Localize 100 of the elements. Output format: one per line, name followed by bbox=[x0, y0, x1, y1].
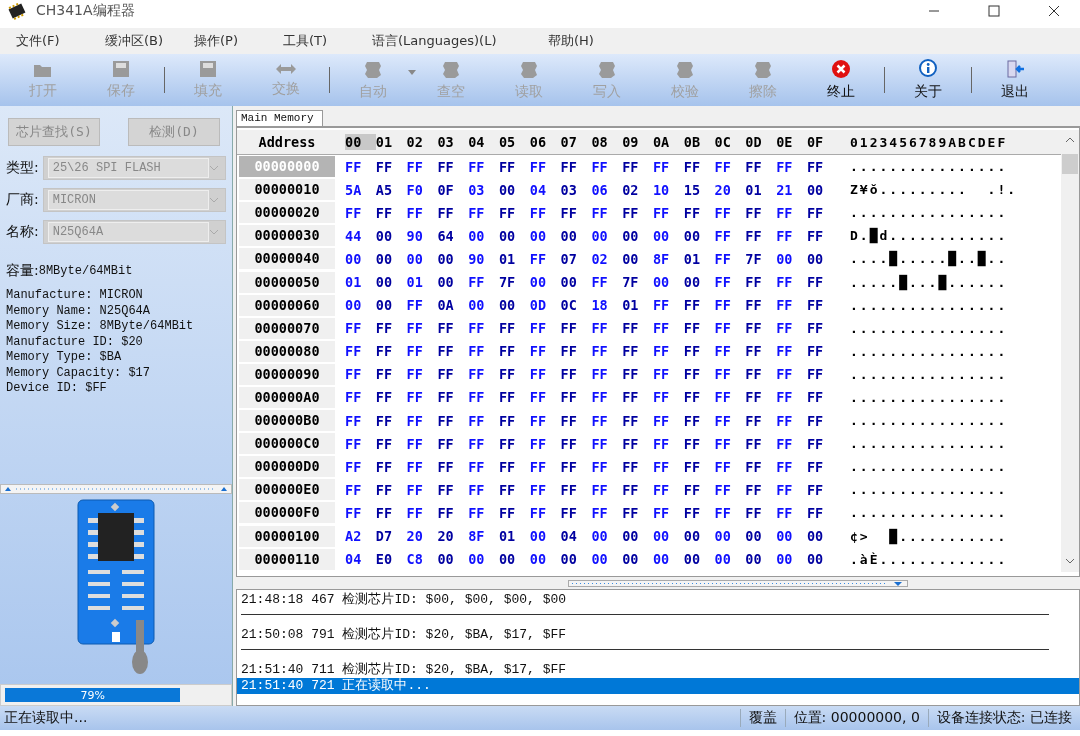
byte-cell[interactable]: FF bbox=[622, 343, 653, 360]
byte-cell[interactable]: FF bbox=[622, 481, 653, 498]
address-cell[interactable]: 00000010 bbox=[239, 179, 335, 201]
byte-cell[interactable]: FF bbox=[499, 204, 530, 221]
address-cell[interactable]: 00000030 bbox=[239, 225, 335, 247]
byte-cell[interactable]: FF bbox=[345, 389, 376, 406]
splitter-handle[interactable] bbox=[2, 486, 230, 492]
byte-cell[interactable]: FF bbox=[652, 366, 684, 383]
memory-tab[interactable]: Main Memory bbox=[236, 110, 323, 126]
byte-cell[interactable]: FF bbox=[468, 435, 499, 452]
address-cell[interactable]: 00000040 bbox=[239, 248, 335, 270]
byte-cell[interactable]: FF bbox=[499, 412, 530, 429]
byte-cell[interactable]: FF bbox=[652, 412, 684, 429]
byte-cell[interactable]: 00 bbox=[437, 551, 469, 568]
byte-cell[interactable]: 00 bbox=[683, 227, 715, 244]
byte-cell[interactable]: FF bbox=[652, 343, 684, 360]
byte-cell[interactable]: 00 bbox=[622, 250, 653, 267]
byte-cell[interactable]: FF bbox=[375, 504, 407, 521]
byte-cell[interactable]: FF bbox=[652, 204, 684, 221]
byte-cell[interactable]: FF bbox=[776, 158, 807, 175]
byte-cell[interactable]: FF bbox=[499, 158, 530, 175]
byte-cell[interactable]: FF bbox=[806, 227, 838, 244]
byte-cell[interactable]: FF bbox=[375, 366, 407, 383]
byte-cell[interactable]: FF bbox=[437, 389, 469, 406]
byte-cell[interactable]: FF bbox=[683, 412, 715, 429]
log-entry[interactable]: 21:48:18 467 检测芯片ID: $00, $00, $00, $00 bbox=[237, 592, 1079, 608]
byte-cell[interactable]: 00 bbox=[406, 250, 438, 267]
address-cell[interactable]: 000000E0 bbox=[239, 479, 335, 501]
byte-cell[interactable]: FF bbox=[776, 227, 807, 244]
menu-item[interactable]: 缓冲区(B) bbox=[89, 32, 178, 50]
byte-cell[interactable]: FF bbox=[806, 389, 838, 406]
byte-cell[interactable]: FF bbox=[375, 412, 407, 429]
byte-cell[interactable]: FF bbox=[560, 458, 592, 475]
byte-cell[interactable]: 00 bbox=[499, 297, 530, 314]
byte-cell[interactable]: FF bbox=[560, 412, 592, 429]
byte-cell[interactable]: 00 bbox=[375, 274, 407, 290]
byte-cell[interactable]: 00 bbox=[622, 227, 653, 244]
byte-cell[interactable]: FF bbox=[499, 343, 530, 360]
byte-cell[interactable]: 00 bbox=[652, 551, 684, 568]
byte-cell[interactable]: FF bbox=[375, 320, 407, 337]
byte-cell[interactable]: FF bbox=[499, 481, 530, 498]
byte-cell[interactable]: FF bbox=[622, 435, 653, 452]
byte-cell[interactable]: FF bbox=[745, 274, 777, 290]
byte-cell[interactable]: FF bbox=[714, 204, 746, 221]
byte-cell[interactable]: 01 bbox=[499, 528, 530, 545]
byte-cell[interactable]: FF bbox=[622, 204, 653, 221]
byte-cell[interactable]: FF bbox=[806, 158, 838, 175]
byte-cell[interactable]: FF bbox=[560, 504, 592, 521]
byte-cell[interactable]: 0C bbox=[560, 297, 592, 314]
byte-cell[interactable]: FF bbox=[529, 389, 561, 406]
byte-cell[interactable]: FF bbox=[776, 458, 807, 475]
byte-cell[interactable]: FF bbox=[406, 504, 438, 521]
byte-cell[interactable]: FF bbox=[806, 458, 838, 475]
address-cell[interactable]: 000000C0 bbox=[239, 433, 335, 455]
byte-cell[interactable]: 00 bbox=[468, 227, 499, 244]
byte-cell[interactable]: 64 bbox=[437, 227, 469, 244]
byte-cell[interactable]: FF bbox=[375, 158, 407, 175]
byte-cell[interactable]: FF bbox=[714, 274, 746, 290]
byte-cell[interactable]: FF bbox=[406, 481, 438, 498]
byte-cell[interactable]: FF bbox=[652, 297, 684, 314]
byte-cell[interactable]: FF bbox=[745, 504, 777, 521]
byte-cell[interactable]: 00 bbox=[776, 528, 807, 545]
byte-cell[interactable]: FF bbox=[806, 297, 838, 314]
byte-cell[interactable]: FF bbox=[683, 366, 715, 383]
byte-cell[interactable]: 20 bbox=[437, 528, 469, 545]
byte-cell[interactable]: 00 bbox=[683, 551, 715, 568]
address-cell[interactable]: 00000060 bbox=[239, 294, 335, 316]
byte-cell[interactable]: FF bbox=[806, 204, 838, 221]
byte-cell[interactable]: 01 bbox=[345, 274, 376, 290]
byte-cell[interactable]: 7F bbox=[499, 274, 530, 290]
byte-cell[interactable]: FF bbox=[591, 435, 623, 452]
byte-cell[interactable]: 00 bbox=[375, 227, 407, 244]
byte-cell[interactable]: FF bbox=[806, 504, 838, 521]
byte-cell[interactable]: 44 bbox=[345, 227, 376, 244]
byte-cell[interactable]: FF bbox=[683, 458, 715, 475]
byte-cell[interactable]: FF bbox=[529, 158, 561, 175]
byte-cell[interactable]: FF bbox=[714, 389, 746, 406]
byte-cell[interactable]: FF bbox=[591, 504, 623, 521]
byte-cell[interactable]: FF bbox=[437, 412, 469, 429]
byte-cell[interactable]: 00 bbox=[652, 274, 684, 290]
byte-cell[interactable]: FF bbox=[529, 366, 561, 383]
byte-cell[interactable]: FF bbox=[714, 297, 746, 314]
byte-cell[interactable]: 00 bbox=[437, 250, 469, 267]
byte-cell[interactable]: 20 bbox=[714, 181, 746, 198]
byte-cell[interactable]: FF bbox=[591, 320, 623, 337]
byte-cell[interactable]: FF bbox=[776, 435, 807, 452]
byte-cell[interactable]: 01 bbox=[745, 181, 777, 198]
byte-cell[interactable]: 00 bbox=[806, 551, 838, 568]
byte-cell[interactable]: FF bbox=[776, 366, 807, 383]
byte-cell[interactable]: 00 bbox=[375, 250, 407, 267]
address-cell[interactable]: 000000B0 bbox=[239, 410, 335, 432]
address-cell[interactable]: 00000090 bbox=[239, 363, 335, 385]
close-icon[interactable] bbox=[1048, 5, 1060, 17]
byte-cell[interactable]: FF bbox=[437, 366, 469, 383]
byte-cell[interactable]: FF bbox=[622, 389, 653, 406]
byte-cell[interactable]: 00 bbox=[591, 528, 623, 545]
byte-cell[interactable]: 00 bbox=[622, 528, 653, 545]
byte-cell[interactable]: FF bbox=[714, 435, 746, 452]
byte-cell[interactable]: FF bbox=[529, 250, 561, 267]
byte-cell[interactable]: FF bbox=[683, 389, 715, 406]
